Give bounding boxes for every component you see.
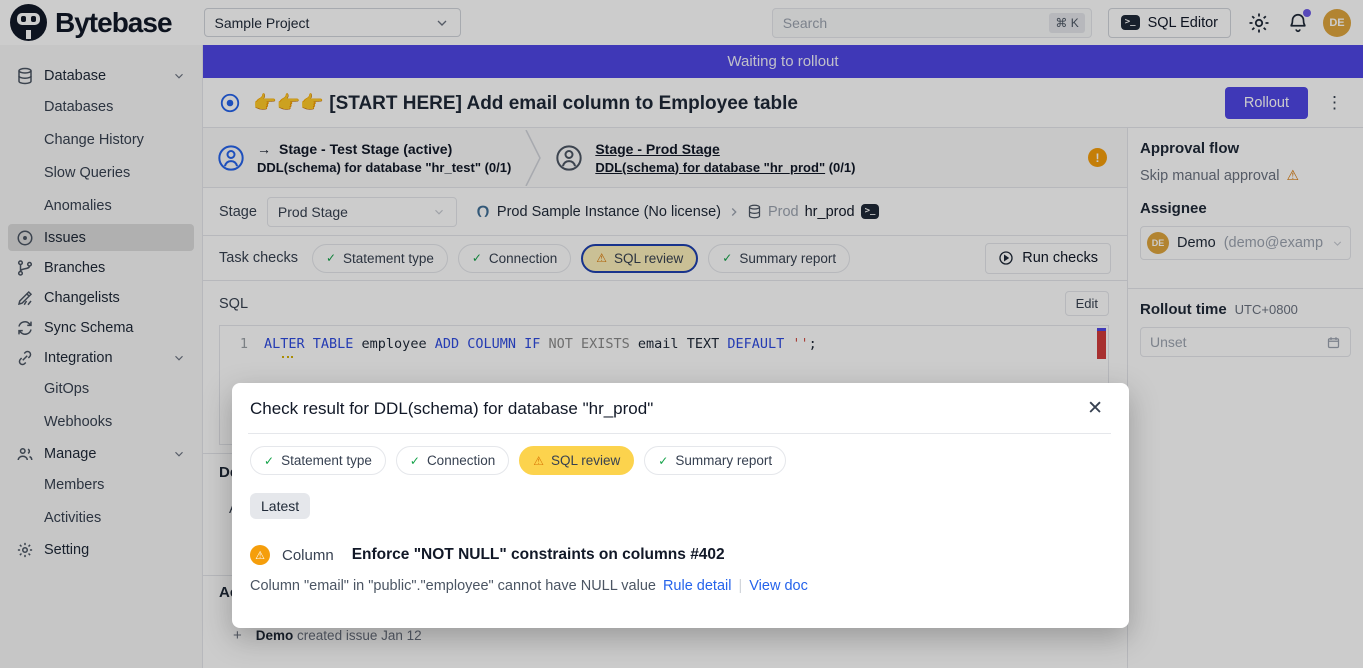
- check-icon: ✓: [264, 454, 274, 468]
- warning-circle-icon: ⚠: [250, 545, 270, 565]
- result-category: Column: [282, 547, 334, 564]
- check-icon: ✓: [658, 454, 668, 468]
- modal-check-summary-report[interactable]: ✓ Summary report: [644, 446, 786, 475]
- check-result-row: ⚠ Column Enforce "NOT NULL" constraints …: [250, 545, 1109, 565]
- check-result-modal: Check result for DDL(schema) for databas…: [232, 383, 1129, 628]
- close-icon[interactable]: ✕: [1081, 397, 1109, 420]
- rule-detail-link[interactable]: Rule detail: [663, 578, 732, 594]
- divider: |: [738, 578, 742, 594]
- result-title: Enforce "NOT NULL" constraints on column…: [352, 546, 725, 564]
- warning-icon: ⚠: [533, 454, 544, 468]
- divider: [248, 433, 1111, 434]
- modal-check-tabs: ✓ Statement type ✓ Connection ⚠ SQL revi…: [250, 446, 1109, 475]
- modal-title: Check result for DDL(schema) for databas…: [250, 399, 653, 419]
- modal-check-connection[interactable]: ✓ Connection: [396, 446, 509, 475]
- modal-check-statement-type[interactable]: ✓ Statement type: [250, 446, 386, 475]
- result-detail: Column "email" in "public"."employee" ca…: [250, 578, 1109, 594]
- check-icon: ✓: [410, 454, 420, 468]
- latest-badge[interactable]: Latest: [250, 493, 310, 519]
- modal-check-sql-review[interactable]: ⚠ SQL review: [519, 446, 634, 475]
- view-doc-link[interactable]: View doc: [749, 578, 808, 594]
